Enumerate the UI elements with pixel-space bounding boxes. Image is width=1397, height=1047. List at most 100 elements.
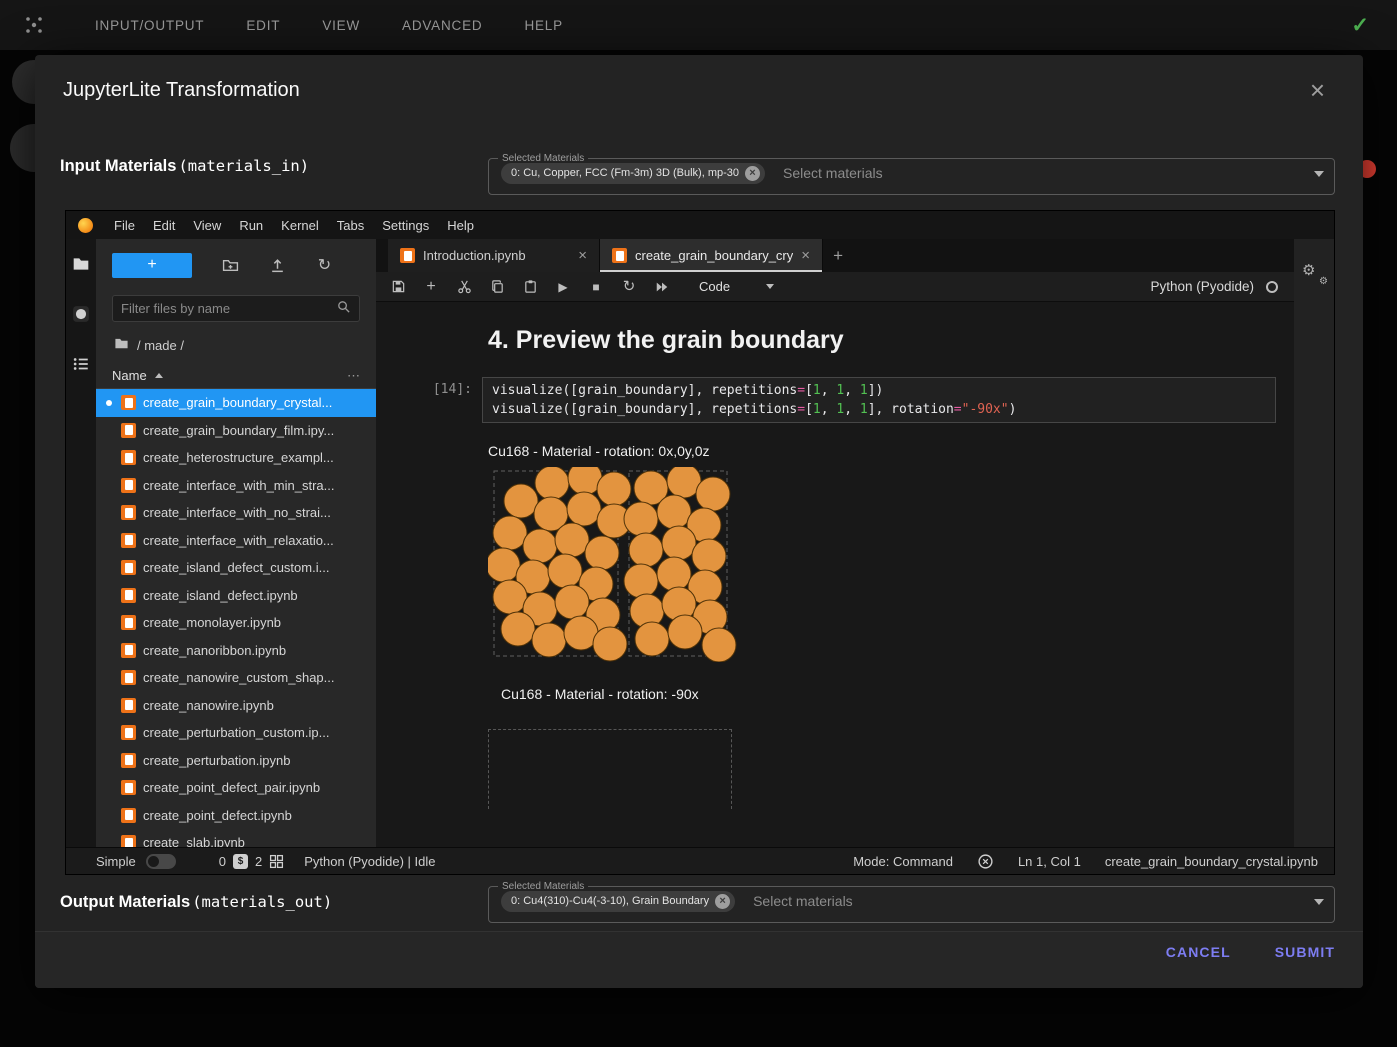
material-chip-label: 0: Cu, Copper, FCC (Fm-3m) 3D (Bulk), mp… xyxy=(511,167,739,179)
notebook-file-icon xyxy=(121,423,136,438)
file-item[interactable]: create_monolayer.ipynb xyxy=(96,609,376,637)
jupyterlite-embed: FileEditViewRunKernelTabsSettingsHelp + xyxy=(65,210,1335,875)
output-materials-label-text: Output Materials xyxy=(60,893,190,912)
stop-icon[interactable]: ■ xyxy=(588,279,604,295)
atoms-visualization[interactable] xyxy=(488,467,738,662)
upload-icon[interactable] xyxy=(269,257,286,274)
new-folder-icon[interactable] xyxy=(222,257,239,274)
file-item[interactable]: create_perturbation_custom.ip... xyxy=(96,719,376,747)
cell-type-value: Code xyxy=(699,279,730,294)
file-item[interactable]: create_interface_with_no_strai... xyxy=(96,499,376,527)
paste-icon[interactable] xyxy=(522,279,538,295)
refresh-icon[interactable]: ↻ xyxy=(316,257,333,274)
file-name: create_grain_boundary_crystal... xyxy=(143,395,332,410)
property-inspector-icon[interactable]: ⚙⚙ xyxy=(1302,261,1326,285)
cell-type-select[interactable]: Code xyxy=(699,279,774,294)
dropdown-caret-icon[interactable] xyxy=(1314,171,1324,177)
next-output-partial xyxy=(488,729,732,809)
file-item[interactable]: create_nanowire_custom_shap... xyxy=(96,664,376,692)
chip-delete-icon[interactable]: × xyxy=(745,166,760,181)
file-filter-input[interactable] xyxy=(121,301,336,316)
cursor-position[interactable]: Ln 1, Col 1 xyxy=(1018,854,1081,869)
code-cell[interactable]: visualize([grain_boundary], repetitions=… xyxy=(482,377,1276,423)
file-item[interactable]: create_interface_with_relaxatio... xyxy=(96,527,376,555)
check-icon[interactable]: ✓ xyxy=(1351,13,1369,38)
jupyter-menu-item[interactable]: File xyxy=(105,218,144,233)
jupyter-menu-item[interactable]: Tabs xyxy=(328,218,373,233)
table-of-contents-icon[interactable] xyxy=(72,355,90,373)
restart-run-all-icon[interactable] xyxy=(654,279,670,295)
save-icon[interactable] xyxy=(390,279,406,295)
material-chip[interactable]: 0: Cu, Copper, FCC (Fm-3m) 3D (Bulk), mp… xyxy=(501,163,765,184)
notebook-file-icon xyxy=(400,248,415,263)
kernel-status-text[interactable]: Python (Pyodide) | Idle xyxy=(304,854,435,869)
copy-icon[interactable] xyxy=(489,279,505,295)
files-tab-icon[interactable] xyxy=(72,255,90,273)
top-menu-item[interactable]: VIEW xyxy=(301,18,381,33)
file-item[interactable]: create_point_defect_pair.ipynb xyxy=(96,774,376,802)
jupyter-menu-item[interactable]: Edit xyxy=(144,218,184,233)
running-kernels-icon[interactable] xyxy=(72,305,90,323)
submit-button[interactable]: SUBMIT xyxy=(1275,944,1335,960)
top-menu-item[interactable]: HELP xyxy=(503,18,583,33)
file-item[interactable]: create_grain_boundary_crystal... xyxy=(96,389,376,417)
pyodide-logo-icon xyxy=(78,218,93,233)
jupyter-menu-item[interactable]: Kernel xyxy=(272,218,328,233)
tab-close-icon[interactable]: × xyxy=(578,248,587,263)
top-menu-item[interactable]: INPUT/OUTPUT xyxy=(74,18,225,33)
jupyter-menu-item[interactable]: Settings xyxy=(373,218,438,233)
run-icon[interactable]: ▶ xyxy=(555,279,571,295)
mode-indicator[interactable]: Mode: Command xyxy=(853,854,953,869)
file-item[interactable]: create_point_defect.ipynb xyxy=(96,802,376,830)
jupyterlite-transformation-dialog: JupyterLite Transformation × Input Mater… xyxy=(35,55,1363,988)
notebook-panel: Introduction.ipynb × create_grain_bounda… xyxy=(376,239,1294,847)
kernels-count[interactable]: 2 xyxy=(255,854,262,869)
kernel-status-icon[interactable] xyxy=(1266,281,1278,293)
new-tab-button[interactable]: + xyxy=(823,239,853,272)
simple-toggle[interactable] xyxy=(146,854,176,869)
file-item[interactable]: create_perturbation.ipynb xyxy=(96,747,376,775)
notebook-tab[interactable]: create_grain_boundary_cry × xyxy=(600,239,823,272)
file-item[interactable]: create_heterostructure_exampl... xyxy=(96,444,376,472)
close-icon[interactable]: × xyxy=(1310,77,1325,103)
jupyter-menu-item[interactable]: Help xyxy=(438,218,483,233)
jupyter-menu-item[interactable]: Run xyxy=(230,218,272,233)
file-filter[interactable] xyxy=(112,295,360,322)
notebook-tab[interactable]: Introduction.ipynb × xyxy=(388,239,600,272)
file-item[interactable]: create_grain_boundary_film.ipy... xyxy=(96,417,376,445)
file-name: create_perturbation.ipynb xyxy=(143,753,290,768)
cancel-button[interactable]: CANCEL xyxy=(1166,944,1231,960)
kernel-sessions-icon[interactable] xyxy=(269,854,284,869)
tab-close-icon[interactable]: × xyxy=(801,248,810,263)
output-materials-select[interactable]: Selected Materials 0: Cu4(310)-Cu4(-3-10… xyxy=(488,881,1335,923)
jupyter-menu: FileEditViewRunKernelTabsSettingsHelp xyxy=(105,218,483,233)
file-list-header[interactable]: Name ⋯ xyxy=(96,363,376,389)
kernel-name[interactable]: Python (Pyodide) xyxy=(1150,279,1254,294)
file-item[interactable]: create_nanowire.ipynb xyxy=(96,692,376,720)
material-chip[interactable]: 0: Cu4(310)-Cu4(-3-10), Grain Boundary × xyxy=(501,891,735,912)
top-menu-item[interactable]: EDIT xyxy=(225,18,301,33)
unsaved-dot xyxy=(106,400,112,406)
file-item[interactable]: create_interface_with_min_stra... xyxy=(96,472,376,500)
dropdown-caret-icon[interactable] xyxy=(1314,899,1324,905)
top-menu-item[interactable]: ADVANCED xyxy=(381,18,503,33)
breadcrumb[interactable]: / made / xyxy=(96,335,376,355)
app-logo-icon[interactable] xyxy=(24,15,44,35)
input-materials-select[interactable]: Selected Materials 0: Cu, Copper, FCC (F… xyxy=(488,153,1335,195)
notifications-icon[interactable] xyxy=(977,853,994,870)
file-item[interactable]: create_nanoribbon.ipynb xyxy=(96,637,376,665)
terminal-icon[interactable]: $ xyxy=(233,854,248,869)
chip-delete-icon[interactable]: × xyxy=(715,894,730,909)
header-overflow-icon[interactable]: ⋯ xyxy=(347,368,360,384)
terminals-count[interactable]: 0 xyxy=(219,854,226,869)
restart-kernel-icon[interactable]: ↻ xyxy=(621,279,637,295)
file-item[interactable]: create_slab.ipynb xyxy=(96,829,376,847)
jupyter-menu-item[interactable]: View xyxy=(184,218,230,233)
file-item[interactable]: create_island_defect.ipynb xyxy=(96,582,376,610)
cut-icon[interactable] xyxy=(456,279,472,295)
file-item[interactable]: create_island_defect_custom.i... xyxy=(96,554,376,582)
add-cell-icon[interactable]: + xyxy=(423,279,439,295)
name-column-header: Name xyxy=(112,368,147,383)
select-materials-placeholder: Select materials xyxy=(753,893,853,909)
new-launcher-button[interactable]: + xyxy=(112,253,192,278)
